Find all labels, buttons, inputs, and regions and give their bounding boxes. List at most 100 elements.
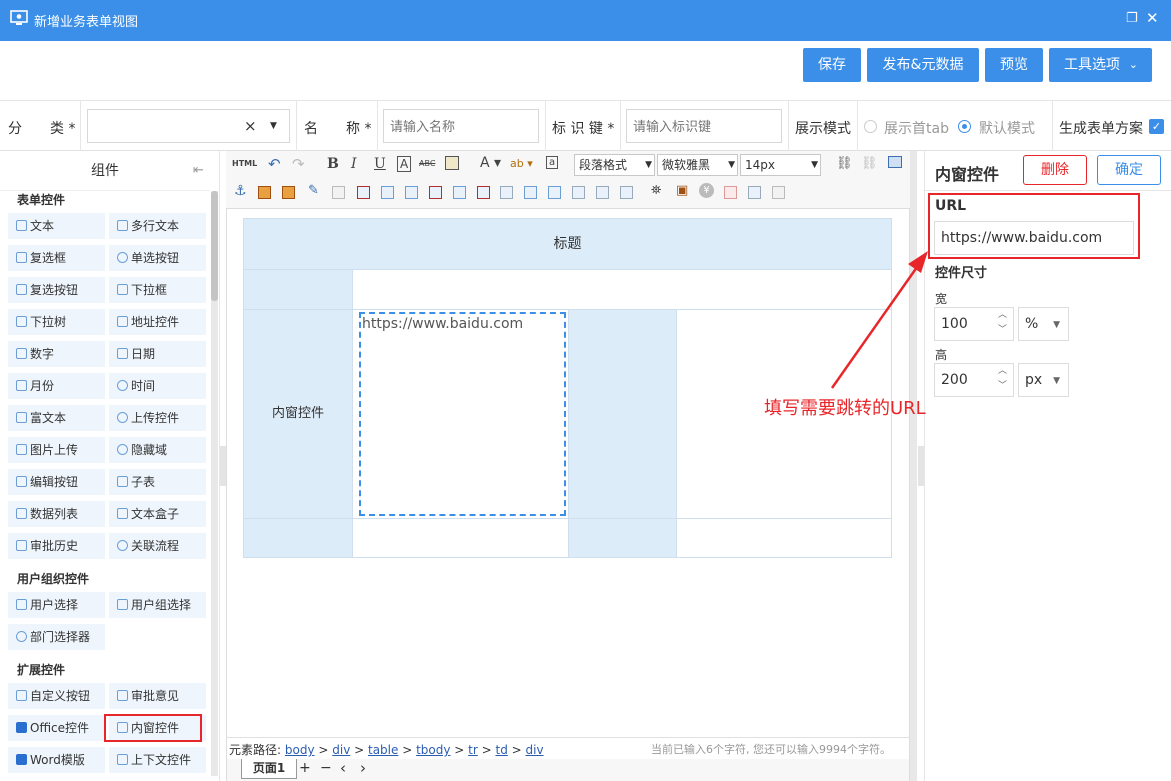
format-painter-icon[interactable] xyxy=(445,156,459,170)
restore-icon[interactable]: ❐ xyxy=(1126,11,1138,26)
border-text-icon[interactable]: A xyxy=(397,156,412,172)
path-td[interactable]: td xyxy=(496,743,508,757)
split-cells-icon[interactable] xyxy=(572,186,585,199)
comp-office[interactable]: Office控件 xyxy=(8,715,105,741)
search-doc-icon[interactable] xyxy=(748,186,761,199)
comp-custom-button[interactable]: 自定义按钮 xyxy=(8,683,105,709)
pen-icon[interactable]: ✎ xyxy=(308,183,319,198)
name-input[interactable] xyxy=(383,109,539,143)
table-title-cell[interactable]: 标题 xyxy=(243,218,892,270)
comp-multiline-text[interactable]: 多行文本 xyxy=(109,213,206,239)
table-cell[interactable] xyxy=(243,269,353,310)
highlight-color-icon[interactable]: ab ▾ xyxy=(510,157,533,170)
add-page-icon[interactable]: + xyxy=(299,760,311,776)
insert-col-icon[interactable] xyxy=(453,186,466,199)
comp-user-group-select[interactable]: 用户组选择 xyxy=(109,592,206,618)
delete-table-icon[interactable] xyxy=(357,186,370,199)
height-unit-select[interactable]: px ▼ xyxy=(1018,363,1069,397)
comp-related-flow[interactable]: 关联流程 xyxy=(109,533,206,559)
date-icon[interactable] xyxy=(724,186,737,199)
underline-icon[interactable]: U xyxy=(374,156,386,172)
insert-row-above-icon[interactable] xyxy=(381,186,394,199)
comp-word-template[interactable]: Word模版 xyxy=(8,747,105,773)
redo-icon[interactable]: ↷ xyxy=(292,155,305,173)
insert-row-icon[interactable] xyxy=(405,186,418,199)
italic-icon[interactable]: I xyxy=(351,156,357,172)
font-family-select[interactable]: 微软雅黑 ▼ xyxy=(657,154,738,176)
preview-icon[interactable] xyxy=(888,156,902,168)
binoculars-icon[interactable]: ⛯ xyxy=(651,183,661,198)
table-cell[interactable] xyxy=(676,518,892,558)
remove-page-icon[interactable]: − xyxy=(320,760,332,776)
publish-button[interactable]: 发布&元数据 xyxy=(867,48,979,82)
comp-checkbox-button[interactable]: 复选按钮 xyxy=(8,277,105,303)
html-source-button[interactable]: HTML xyxy=(232,159,257,168)
path-div-inner[interactable]: div xyxy=(526,743,544,757)
path-div[interactable]: div xyxy=(332,743,350,757)
comp-upload[interactable]: 上传控件 xyxy=(109,405,206,431)
table-cell[interactable] xyxy=(568,309,677,519)
bold-icon[interactable]: B xyxy=(327,156,339,172)
preview-button[interactable]: 预览 xyxy=(985,48,1043,82)
comp-checkbox[interactable]: 复选框 xyxy=(8,245,105,271)
link-icon[interactable]: ⛓ xyxy=(836,156,853,171)
comp-address[interactable]: 地址控件 xyxy=(109,309,206,335)
comp-dropdown[interactable]: 下拉框 xyxy=(109,277,206,303)
tools-dropdown[interactable]: 工具选项 ⌄ xyxy=(1049,48,1152,82)
undo-icon[interactable]: ↶ xyxy=(268,155,281,173)
split-cols-icon[interactable] xyxy=(620,186,633,199)
radio-default-mode[interactable] xyxy=(958,120,971,133)
comp-radio[interactable]: 单选按钮 xyxy=(109,245,206,271)
url-input[interactable]: https://www.baidu.com xyxy=(934,221,1134,255)
path-tr[interactable]: tr xyxy=(468,743,478,757)
table-cell[interactable] xyxy=(243,518,353,558)
text-icon[interactable]: a xyxy=(546,156,559,169)
comp-dept-select[interactable]: 部门选择器 xyxy=(8,624,105,650)
comp-time[interactable]: 时间 xyxy=(109,373,206,399)
image-icon[interactable] xyxy=(258,186,271,199)
comp-subtable[interactable]: 子表 xyxy=(109,469,206,495)
spin-down-icon[interactable]: ﹀ xyxy=(998,370,1007,402)
comp-user-select[interactable]: 用户选择 xyxy=(8,592,105,618)
comp-number[interactable]: 数字 xyxy=(8,341,105,367)
clipboard-icon[interactable]: ▣ xyxy=(676,183,688,198)
comp-approval-opinion[interactable]: 审批意见 xyxy=(109,683,206,709)
clear-icon[interactable]: × xyxy=(244,110,257,142)
comp-context[interactable]: 上下文控件 xyxy=(109,747,206,773)
table-cell[interactable] xyxy=(352,518,569,558)
paragraph-format-select[interactable]: 段落格式 ▼ xyxy=(574,154,655,176)
path-tbody[interactable]: tbody xyxy=(416,743,450,757)
comp-image-upload[interactable]: 图片上传 xyxy=(8,437,105,463)
save-button[interactable]: 保存 xyxy=(803,48,861,82)
category-select[interactable]: × ▼ xyxy=(87,109,290,143)
path-table[interactable]: table xyxy=(368,743,398,757)
next-page-icon[interactable]: › xyxy=(360,759,366,777)
split-rows-icon[interactable] xyxy=(596,186,609,199)
page-tab-1[interactable]: 页面1 xyxy=(241,759,297,779)
component-scroll-thumb[interactable] xyxy=(211,191,218,301)
comp-date[interactable]: 日期 xyxy=(109,341,206,367)
comp-month[interactable]: 月份 xyxy=(8,373,105,399)
anchor-icon[interactable]: ⚓ xyxy=(234,183,247,199)
gen-form-checkbox[interactable]: ✓ xyxy=(1149,119,1164,134)
images-icon[interactable] xyxy=(282,186,295,199)
blank-doc-icon[interactable] xyxy=(772,186,785,199)
comp-hidden-field[interactable]: 隐藏域 xyxy=(109,437,206,463)
width-input[interactable]: 100 ︿ ﹀ xyxy=(934,307,1014,341)
font-size-select[interactable]: 14px ▼ xyxy=(740,154,821,176)
comp-text[interactable]: 文本 xyxy=(8,213,105,239)
height-input[interactable]: 200 ︿ ﹀ xyxy=(934,363,1014,397)
comp-data-list[interactable]: 数据列表 xyxy=(8,501,105,527)
yen-icon[interactable]: ¥ xyxy=(699,183,714,198)
delete-button[interactable]: 删除 xyxy=(1023,155,1087,185)
comp-dropdown-tree[interactable]: 下拉树 xyxy=(8,309,105,335)
comp-edit-button[interactable]: 编辑按钮 xyxy=(8,469,105,495)
comp-rich-text[interactable]: 富文本 xyxy=(8,405,105,431)
unlink-icon[interactable]: ⛓ xyxy=(861,156,878,171)
iframe-label-cell[interactable]: 内窗控件 xyxy=(243,309,353,519)
iframe-control[interactable]: https://www.baidu.com xyxy=(359,312,566,516)
table-cell[interactable] xyxy=(568,518,677,558)
table-cell[interactable] xyxy=(352,269,892,310)
font-color-icon[interactable]: A ▾ xyxy=(480,155,501,171)
close-icon[interactable]: ✕ xyxy=(1146,9,1159,27)
